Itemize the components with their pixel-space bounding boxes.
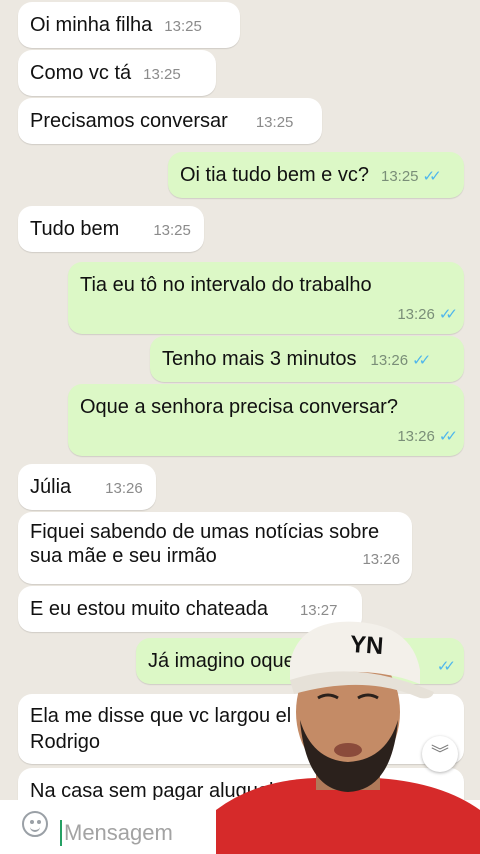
message-meta: 13:26 ✓✓ — [92, 424, 458, 450]
message-bubble[interactable]: Tenho mais 3 minutos 13:26 ✓✓ — [150, 336, 464, 382]
message-time: 13:26 — [370, 352, 409, 369]
double-check-icon: ✓✓ — [412, 352, 431, 369]
emoji-icon[interactable] — [22, 811, 48, 837]
message-text: Oque a senhora precisa conversar? — [80, 396, 398, 418]
message-bubble[interactable]: Tia eu tô no intervalo do trabalho 13:26… — [68, 262, 464, 334]
message-text: Oi minha filha — [30, 14, 153, 36]
message-time: 13:26 — [397, 428, 435, 445]
message-bubble[interactable]: Oi minha filha 13:25 — [18, 2, 240, 48]
message-bubble[interactable]: Fiquei sabendo de umas notícias sobre su… — [18, 512, 412, 584]
double-check-icon: ✓✓ — [438, 428, 458, 445]
message-text: Júlia — [30, 476, 72, 498]
message-text: Oi tia tudo bem e vc? — [180, 164, 369, 186]
message-bubble[interactable]: Precisamos conversar 13:25 — [18, 98, 322, 144]
message-bubble[interactable]: Oque a senhora precisa conversar? 13:26 ✓… — [68, 384, 464, 456]
message-bubble[interactable]: Júlia 13:26 — [18, 464, 156, 510]
double-check-icon: ✓✓ — [438, 306, 458, 323]
message-text: Tudo bem — [30, 218, 120, 240]
message-time: 13:26 — [105, 480, 143, 497]
double-check-icon: ✓✓ — [422, 168, 442, 185]
message-time: 13:25 — [143, 66, 181, 83]
presenter-image — [216, 621, 480, 854]
message-text: Precisamos conversar — [30, 110, 228, 132]
message-text: Tia eu tô no intervalo do trabalho — [80, 274, 372, 296]
message-time: 13:25 — [153, 222, 191, 239]
message-time: 13:26 — [397, 306, 435, 323]
message-input[interactable]: Mensagem — [64, 820, 173, 846]
message-meta: 13:26 ✓✓ — [92, 302, 458, 328]
message-bubble[interactable]: Como vc tá 13:25 — [18, 50, 216, 96]
presenter-overlay: YN — [216, 600, 480, 854]
message-text: Como vc tá — [30, 62, 132, 84]
message-time: 13:25 — [380, 168, 419, 185]
message-time: 13:25 — [255, 114, 294, 131]
message-bubble[interactable]: Tudo bem 13:25 — [18, 206, 204, 252]
message-time: 13:25 — [164, 18, 202, 35]
message-text: Tenho mais 3 minutos — [162, 348, 357, 370]
cap-logo: YN — [349, 630, 385, 661]
message-bubble[interactable]: Oi tia tudo bem e vc? 13:25 ✓✓ — [168, 152, 464, 198]
text-cursor — [60, 820, 62, 846]
